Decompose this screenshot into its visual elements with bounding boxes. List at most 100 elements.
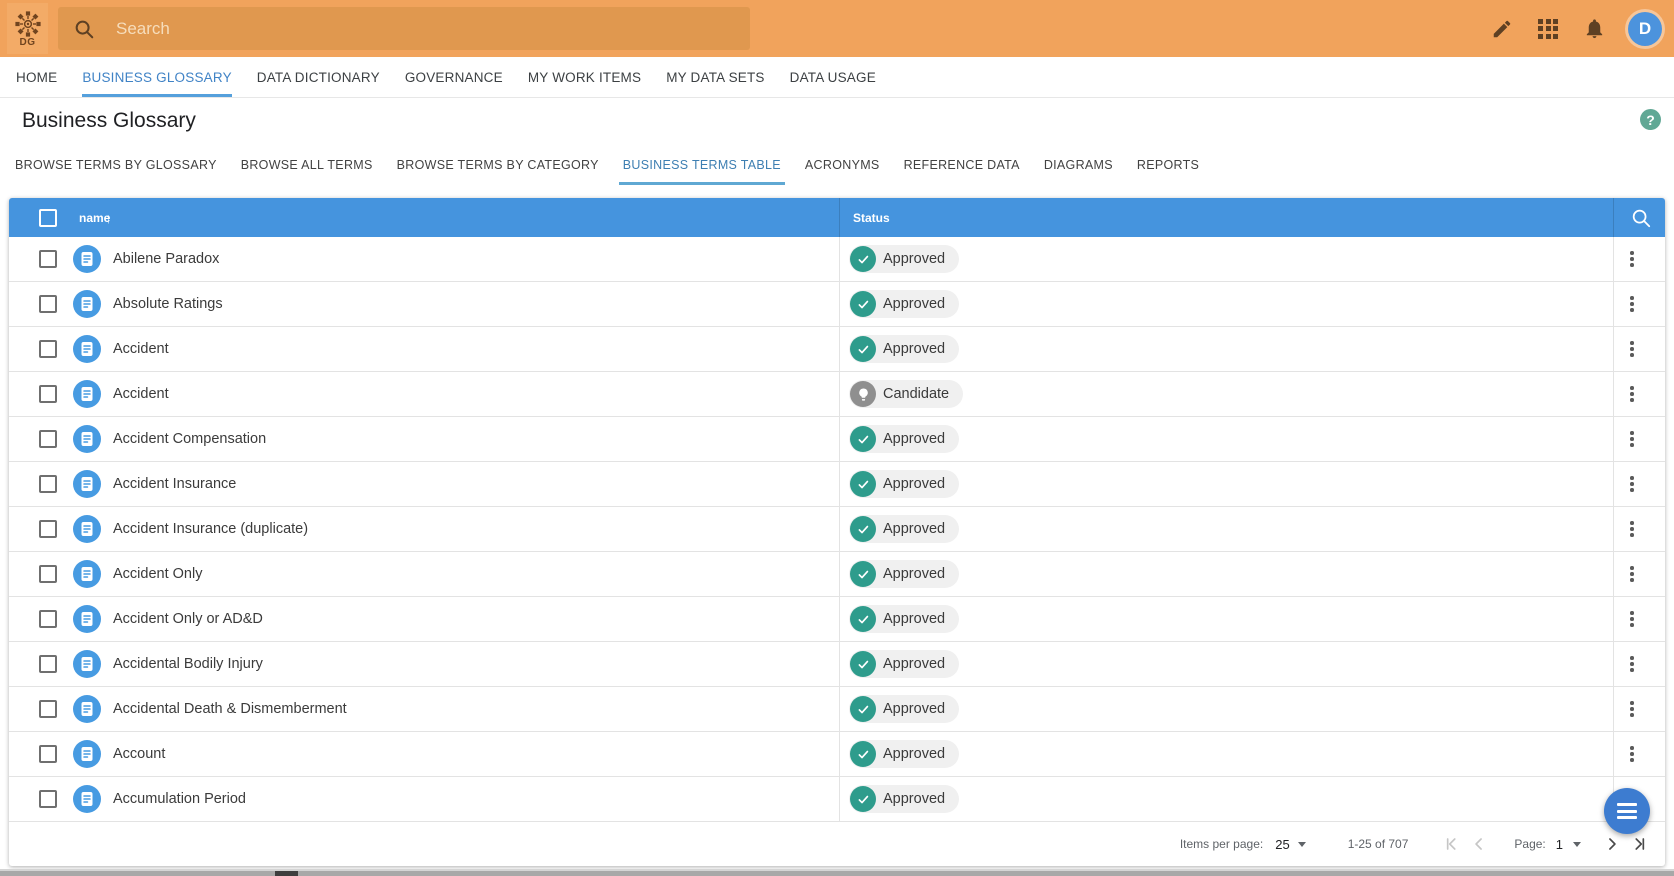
row-checkbox[interactable] xyxy=(39,295,57,313)
sub-tab-reports[interactable]: REPORTS xyxy=(1137,145,1199,185)
row-actions-menu[interactable] xyxy=(1621,597,1643,641)
check-icon xyxy=(858,480,868,488)
sub-tab-browse-all-terms[interactable]: BROWSE ALL TERMS xyxy=(241,145,373,185)
term-name[interactable]: Accident Only xyxy=(113,552,202,596)
chevron-down-icon xyxy=(1297,841,1306,847)
nav-tab-my-work-items[interactable]: MY WORK ITEMS xyxy=(528,57,641,97)
row-actions-menu[interactable] xyxy=(1621,642,1643,686)
row-checkbox[interactable] xyxy=(39,520,57,538)
term-name[interactable]: Accident xyxy=(113,327,169,371)
search-input[interactable] xyxy=(116,18,750,39)
menu-fab-button[interactable] xyxy=(1604,788,1650,834)
status-label: Approved xyxy=(883,341,946,357)
status-label: Approved xyxy=(883,701,946,717)
row-checkbox[interactable] xyxy=(39,565,57,583)
nav-tab-data-usage[interactable]: DATA USAGE xyxy=(790,57,876,97)
term-name[interactable]: Accident Only or AD&D xyxy=(113,597,263,641)
table-row[interactable]: Abilene Paradox Approved xyxy=(9,237,1665,282)
nav-tab-label: MY WORK ITEMS xyxy=(527,69,642,85)
user-avatar[interactable]: D xyxy=(1628,11,1662,46)
status-badge: Approved xyxy=(849,650,960,678)
table-row[interactable]: Accident Insurance Approved xyxy=(9,462,1665,507)
notifications-bell-icon[interactable] xyxy=(1582,17,1606,41)
select-all-checkbox[interactable] xyxy=(39,208,57,227)
status-badge: Approved xyxy=(849,245,960,273)
previous-page-button[interactable] xyxy=(1468,833,1490,855)
table-row[interactable]: Accident Candidate xyxy=(9,372,1665,417)
row-checkbox[interactable] xyxy=(39,430,57,448)
term-name[interactable]: Accident xyxy=(113,372,169,416)
term-name[interactable]: Accident Insurance (duplicate) xyxy=(113,507,308,551)
row-actions-menu[interactable] xyxy=(1621,732,1643,776)
nav-tab-business-glossary[interactable]: BUSINESS GLOSSARY xyxy=(82,57,233,97)
row-actions-menu[interactable] xyxy=(1621,282,1643,326)
table-row[interactable]: Accident Only or AD&D Approved xyxy=(9,597,1665,642)
row-checkbox[interactable] xyxy=(39,385,57,403)
row-actions-menu[interactable] xyxy=(1621,687,1643,731)
nav-tab-my-data-sets[interactable]: MY DATA SETS xyxy=(666,57,764,97)
status-icon xyxy=(850,381,876,407)
nav-tab-governance[interactable]: GOVERNANCE xyxy=(405,57,503,97)
table-search-icon[interactable] xyxy=(1630,207,1652,229)
last-page-button[interactable] xyxy=(1629,833,1651,855)
sub-tab-reference-data[interactable]: REFERENCE DATA xyxy=(904,145,1020,185)
first-page-button[interactable] xyxy=(1440,833,1462,855)
term-name[interactable]: Accidental Death & Dismemberment xyxy=(113,687,347,731)
business-term-icon xyxy=(73,605,101,633)
term-name[interactable]: Absolute Ratings xyxy=(113,282,223,326)
status-label: Approved xyxy=(883,656,946,672)
next-page-button[interactable] xyxy=(1601,833,1623,855)
table-row[interactable]: Accident Only Approved xyxy=(9,552,1665,597)
table-row[interactable]: Accident Compensation Approved xyxy=(9,417,1665,462)
page-select[interactable]: 1 xyxy=(1556,837,1581,852)
app-logo[interactable]: DG xyxy=(7,3,48,54)
term-name[interactable]: Abilene Paradox xyxy=(113,237,219,281)
row-actions-menu[interactable] xyxy=(1621,462,1643,506)
row-checkbox[interactable] xyxy=(39,610,57,628)
term-name[interactable]: Accumulation Period xyxy=(113,777,246,821)
row-actions-menu[interactable] xyxy=(1621,507,1643,551)
column-divider xyxy=(839,237,840,822)
sub-tab-acronyms[interactable]: ACRONYMS xyxy=(805,145,880,185)
term-name[interactable]: Accidental Bodily Injury xyxy=(113,642,263,686)
row-actions-menu[interactable] xyxy=(1621,237,1643,281)
nav-tab-data-dictionary[interactable]: DATA DICTIONARY xyxy=(257,57,380,97)
row-checkbox[interactable] xyxy=(39,475,57,493)
term-name[interactable]: Account xyxy=(113,732,165,776)
business-term-icon xyxy=(73,245,101,273)
term-name[interactable]: Accident Compensation xyxy=(113,417,266,461)
page-header: Business Glossary ? xyxy=(0,98,1674,144)
sub-tab-business-terms-table[interactable]: BUSINESS TERMS TABLE xyxy=(618,145,786,185)
table-row[interactable]: Absolute Ratings Approved xyxy=(9,282,1665,327)
table-row[interactable]: Accidental Death & Dismemberment Approve… xyxy=(9,687,1665,732)
table-row[interactable]: Account Approved xyxy=(9,732,1665,777)
nav-tab-home[interactable]: HOME xyxy=(16,57,57,97)
sub-tab-browse-terms-by-glossary[interactable]: BROWSE TERMS BY GLOSSARY xyxy=(15,145,217,185)
row-actions-menu[interactable] xyxy=(1621,327,1643,371)
row-actions-menu[interactable] xyxy=(1621,417,1643,461)
term-name[interactable]: Accident Insurance xyxy=(113,462,236,506)
help-icon[interactable]: ? xyxy=(1640,109,1661,130)
apps-grid-icon[interactable] xyxy=(1536,17,1560,41)
row-checkbox[interactable] xyxy=(39,790,57,808)
items-per-page-select[interactable]: 25 xyxy=(1275,837,1306,852)
business-term-icon xyxy=(73,380,101,408)
table-row[interactable]: Accident Approved xyxy=(9,327,1665,372)
row-actions-menu[interactable] xyxy=(1621,552,1643,596)
table-row[interactable]: Accumulation Period Approved xyxy=(9,777,1665,822)
table-row[interactable]: Accidental Bodily Injury Approved xyxy=(9,642,1665,687)
global-search-bar[interactable] xyxy=(58,7,750,50)
row-checkbox[interactable] xyxy=(39,340,57,358)
sub-tab-browse-terms-by-category[interactable]: BROWSE TERMS BY CATEGORY xyxy=(397,145,599,185)
table-row[interactable]: Accident Insurance (duplicate) Approved xyxy=(9,507,1665,552)
edit-pencil-icon[interactable] xyxy=(1490,17,1514,41)
row-checkbox[interactable] xyxy=(39,745,57,763)
column-header-status[interactable]: Status xyxy=(853,211,890,225)
sub-tab-diagrams[interactable]: DIAGRAMS xyxy=(1044,145,1113,185)
row-checkbox[interactable] xyxy=(39,655,57,673)
check-icon xyxy=(858,570,868,578)
row-checkbox[interactable] xyxy=(39,700,57,718)
row-actions-menu[interactable] xyxy=(1621,372,1643,416)
nav-tab-label: BUSINESS GLOSSARY xyxy=(82,69,232,85)
row-checkbox[interactable] xyxy=(39,250,57,268)
